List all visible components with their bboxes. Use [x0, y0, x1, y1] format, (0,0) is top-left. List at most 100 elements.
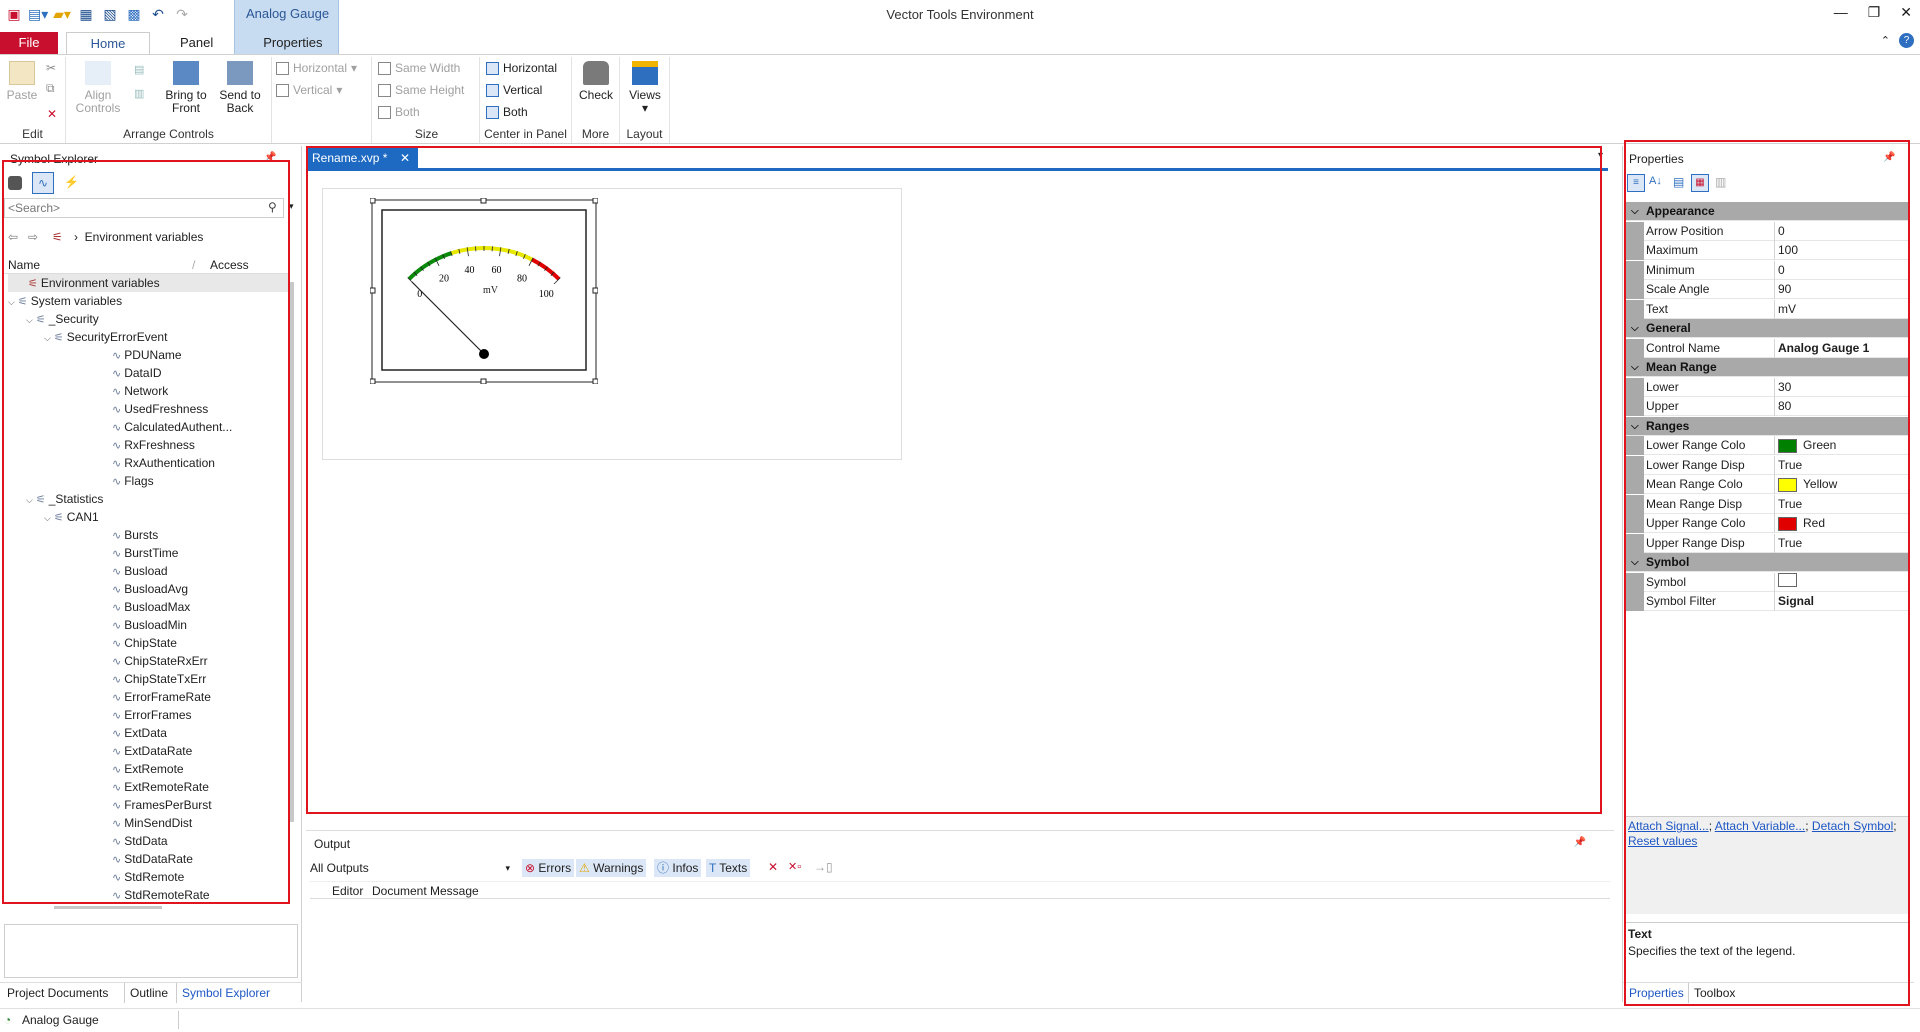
context-tab-label: Analog Gauge: [245, 6, 330, 21]
center-h-label: Horizontal: [503, 61, 558, 75]
tab-symbol-explorer[interactable]: Symbol Explorer: [176, 983, 275, 1003]
window-controls: — ❐ ✕: [1834, 4, 1912, 21]
minimize-icon[interactable]: —: [1834, 4, 1848, 21]
same-both-label: Both: [395, 105, 420, 119]
distribute-horizontal[interactable]: Horizontal ▾: [276, 61, 357, 75]
quick-access-toolbar: ▣ ▤▾ ▰▾ ▦ ▧ ▩ ↶ ↷: [4, 4, 192, 24]
views-icon: [632, 61, 658, 85]
infos-toggle[interactable]: ⓘ Infos: [654, 859, 702, 877]
center-vertical[interactable]: Vertical: [486, 83, 542, 97]
vertical-icon: [276, 83, 289, 97]
tree-hscrollbar[interactable]: [54, 906, 162, 909]
highlight-properties: [1624, 140, 1910, 1006]
redo-icon[interactable]: ↷: [172, 4, 192, 24]
col-message[interactable]: Message: [430, 884, 479, 898]
output-panel: Output 📌 All Outputs ▾ ⊗ Errors ⚠ Warning…: [306, 830, 1614, 1002]
output-title: Output: [314, 837, 351, 851]
views-label: Views: [629, 88, 661, 102]
tree-scrollbar[interactable]: [290, 282, 294, 822]
highlight-symbol-explorer: [2, 160, 290, 904]
copy-icon[interactable]: ⧉: [46, 81, 55, 96]
bring-front-icon: [173, 61, 199, 85]
close-icon[interactable]: ✕: [1900, 4, 1912, 21]
highlight-document-area: [306, 146, 1602, 814]
paste-icon: [9, 61, 35, 85]
align-icon: [85, 61, 111, 85]
center-horizontal[interactable]: Horizontal: [486, 61, 557, 75]
bring-to-front-button[interactable]: Bring to Front: [160, 61, 212, 115]
tab-home[interactable]: Home: [66, 32, 150, 54]
center-v-icon: [486, 83, 499, 97]
send-label: Send to Back: [219, 88, 261, 115]
status-divider: [178, 1011, 179, 1029]
center-both[interactable]: Both: [486, 105, 528, 119]
align-small-icon[interactable]: ▤: [134, 63, 144, 76]
output-filter-chevron-icon: ▾: [505, 863, 510, 873]
status-text: Analog Gauge: [22, 1013, 99, 1027]
error-icon: ⊗: [525, 861, 536, 875]
save-all-icon[interactable]: ▧: [100, 4, 120, 24]
tab-file[interactable]: File: [0, 32, 58, 54]
open-project-icon[interactable]: ▩: [124, 4, 144, 24]
group-edit: Paste ✂ ⧉ ✕ Edit: [0, 57, 66, 143]
center-both-label: Both: [503, 105, 528, 119]
center-h-icon: [486, 61, 499, 75]
group-more: Check More: [572, 57, 620, 143]
col-editor[interactable]: Editor: [332, 884, 363, 898]
same-height[interactable]: Same Height: [378, 83, 464, 97]
bring-label: Bring to Front: [165, 88, 207, 115]
output-filter-select[interactable]: All Outputs ▾: [310, 859, 514, 877]
same-width-label: Same Width: [395, 61, 461, 75]
group-distribute: Horizontal ▾ Vertical ▾: [272, 57, 372, 143]
check-button[interactable]: Check: [576, 61, 616, 102]
ribbon-tabs: File Home Panel Properties: [0, 32, 341, 54]
ribbon: Paste ✂ ⧉ ✕ Edit Align Controls ▤ ▥ Brin…: [0, 54, 1920, 144]
check-label: Check: [578, 88, 613, 102]
col-document[interactable]: Document: [372, 884, 427, 898]
warning-icon: ⚠: [579, 861, 590, 875]
tab-properties[interactable]: Properties: [245, 32, 340, 54]
views-button[interactable]: Views ▾: [624, 61, 666, 115]
distribute-small-icon[interactable]: ▥: [134, 87, 144, 100]
output-columns: Editor Document Message: [310, 881, 1610, 899]
output-filter-value: All Outputs: [310, 861, 369, 875]
same-width[interactable]: Same Width: [378, 61, 460, 75]
same-both-icon: [378, 105, 391, 119]
paste-label: Paste: [6, 88, 38, 102]
texts-toggle[interactable]: T Texts: [706, 859, 751, 877]
paste-button[interactable]: Paste: [4, 61, 40, 102]
text-icon: T: [709, 861, 717, 875]
tab-outline[interactable]: Outline: [124, 983, 173, 1003]
export-icon[interactable]: →▯: [814, 860, 833, 874]
help-icon[interactable]: ?: [1899, 33, 1914, 48]
cut-icon[interactable]: ✂: [46, 61, 56, 75]
group-size-label: Size: [414, 127, 439, 141]
group-more-label: More: [581, 127, 610, 141]
tab-panel[interactable]: Panel: [162, 32, 231, 54]
group-edit-label: Edit: [22, 127, 43, 141]
restore-icon[interactable]: ❐: [1868, 4, 1881, 21]
output-pin-icon[interactable]: 📌: [1574, 837, 1586, 848]
errors-label: Errors: [538, 861, 572, 875]
infos-label: Infos: [672, 861, 699, 875]
check-icon: [583, 61, 609, 85]
collapse-ribbon-icon[interactable]: ⌃: [1881, 34, 1890, 47]
clear-icon[interactable]: ✕: [768, 860, 778, 874]
delete-icon[interactable]: ✕: [47, 107, 57, 121]
status-gauge-icon: ◔: [4, 1013, 12, 1027]
undo-icon[interactable]: ↶: [148, 4, 168, 24]
open-folder-icon[interactable]: ▰▾: [52, 4, 72, 24]
distribute-vertical[interactable]: Vertical ▾: [276, 83, 342, 97]
errors-toggle[interactable]: ⊗ Errors: [522, 859, 575, 877]
texts-label: Texts: [719, 861, 748, 875]
send-back-icon: [227, 61, 253, 85]
save-icon[interactable]: ▦: [76, 4, 96, 24]
send-to-back-button[interactable]: Send to Back: [214, 61, 266, 115]
clear-filter-icon[interactable]: ✕▫: [788, 860, 801, 873]
align-controls-button[interactable]: Align Controls: [70, 61, 126, 115]
warnings-toggle[interactable]: ⚠ Warnings: [576, 859, 647, 877]
tab-project-documents[interactable]: Project Documents: [2, 983, 113, 1003]
new-icon[interactable]: ▤▾: [28, 4, 48, 24]
same-both[interactable]: Both: [378, 105, 420, 119]
align-label: Align Controls: [75, 88, 121, 115]
